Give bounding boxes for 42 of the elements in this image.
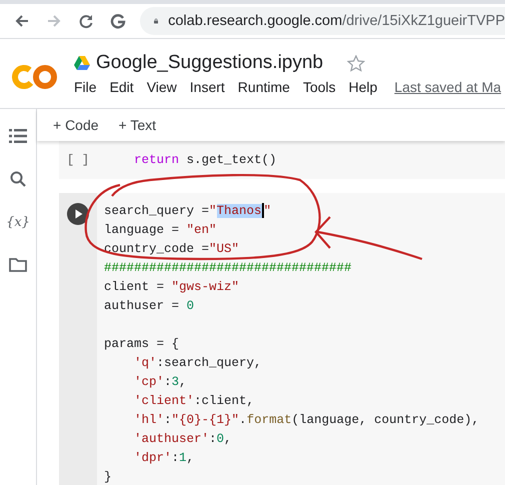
code-line: } [104,469,113,485]
menu-item[interactable]: Tools [302,79,336,95]
code-line: authuser = 0 [104,298,196,315]
notebook-title[interactable]: Google_Suggestions.ipynb [96,52,324,74]
variables-icon[interactable]: {x} [6,215,30,230]
code-line: ################################# [104,260,353,277]
code-line: 'cp':3, [133,374,188,391]
code-line: language = "en" [104,222,218,239]
menu-item[interactable]: View [146,79,177,95]
address-bar[interactable]: colab.research.google.com/drive/15iXkZ1gueirTVPP [140,7,505,35]
table-of-contents-icon[interactable] [9,129,27,143]
code-line: search_query ="Thanos " [104,202,272,220]
menu-item[interactable]: Edit [110,79,134,95]
menu-item[interactable]: Insert [190,79,225,95]
code-line: country_code ="US" [104,241,240,258]
folder-icon[interactable] [9,258,27,272]
code-line: 'hl':"{0}-{1}".format(language, country_code), [133,412,480,429]
code-line: 'client':client, [133,393,256,410]
code-cell[interactable]: [ ] return s.get_text() [59,141,505,179]
menu-item[interactable]: File [74,79,97,95]
menu-item[interactable]: Runtime [238,79,290,95]
drive-icon [74,56,90,70]
execution-count: [ ] [66,153,90,167]
code-line: 'q':search_query, [133,355,263,372]
code-line: 'dpr':1, [133,450,196,467]
code-line: return s.get_text() [133,152,277,168]
back-icon[interactable] [14,13,30,29]
menu-item[interactable]: Help [348,79,378,95]
url-text: colab.research.google.com/drive/15iXkZ1gueirTVPP [168,13,505,29]
code-line: params = { [104,336,180,353]
google-icon[interactable] [110,13,126,29]
search-icon[interactable] [10,171,26,187]
code-line: client = "gws-wiz" [104,279,240,296]
reload-icon[interactable] [78,13,94,29]
star-icon[interactable] [347,54,366,72]
last-saved-link[interactable]: Last saved at Ma [394,79,502,95]
add-cell-button[interactable]: + Text [114,115,160,135]
code-line: 'authuser':0, [133,431,233,448]
colab-logo [12,64,58,90]
code-cell[interactable] [59,193,505,485]
run-button[interactable] [67,203,89,225]
add-cell-button[interactable]: + Code [49,115,103,135]
